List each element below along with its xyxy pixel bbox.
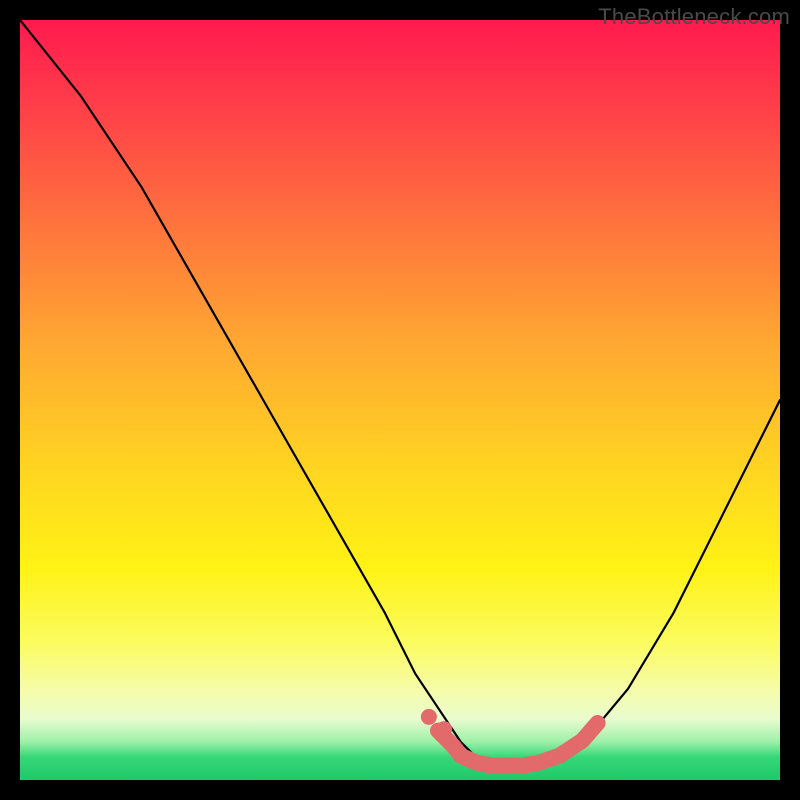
- plot-area: [20, 20, 780, 780]
- optimal-zone-marker: [438, 723, 598, 766]
- bottleneck-curve: [20, 20, 780, 765]
- curve-layer: [20, 20, 780, 780]
- marker-dot-1: [421, 709, 437, 725]
- marker-dot-2: [436, 721, 452, 737]
- chart-stage: TheBottleneck.com: [0, 0, 800, 800]
- watermark-text: TheBottleneck.com: [598, 4, 790, 30]
